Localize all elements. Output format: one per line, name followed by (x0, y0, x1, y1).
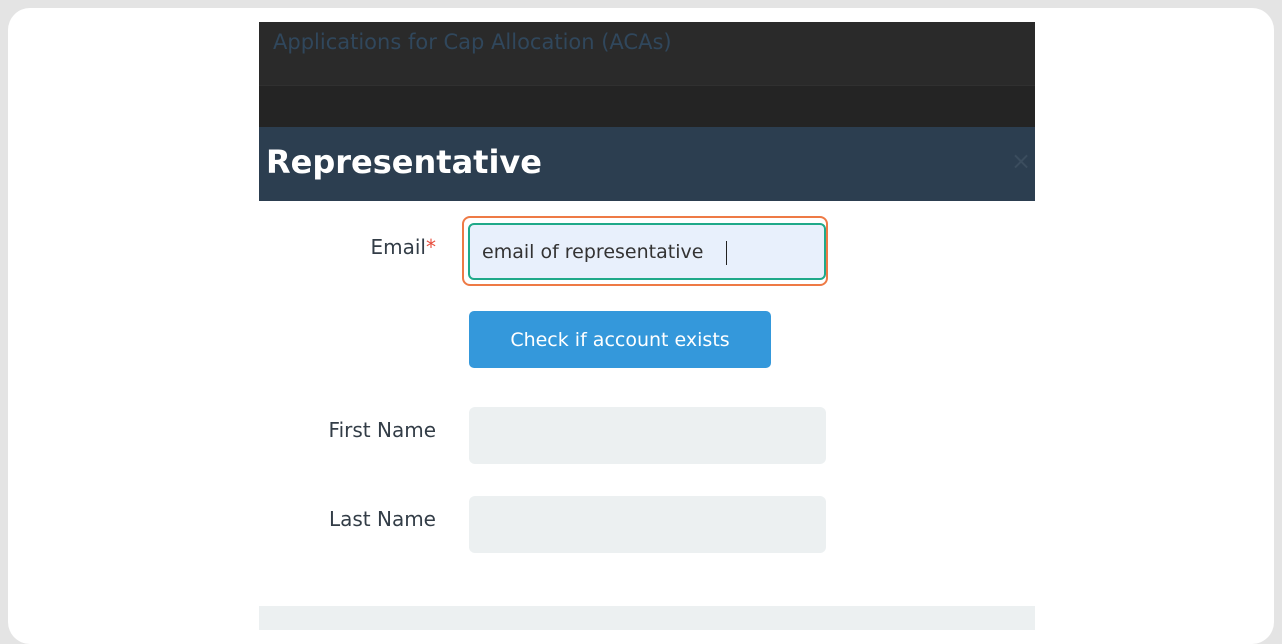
text-caret (726, 241, 727, 265)
first-name-input[interactable] (469, 407, 826, 464)
backdrop-band (259, 85, 1035, 128)
page-backdrop: Applications for Cap Allocation (ACAs) (259, 22, 1035, 128)
last-name-label: Last Name (328, 507, 436, 531)
last-name-input[interactable] (469, 496, 826, 553)
close-icon[interactable]: × (1011, 149, 1031, 173)
modal-footer (259, 606, 1035, 630)
browser-viewport: Applications for Cap Allocation (ACAs) R… (259, 22, 1035, 630)
modal-body: Email* Check if account exists First Nam… (259, 201, 1035, 606)
modal-header: Representative × (259, 127, 1035, 201)
email-input[interactable] (468, 223, 826, 280)
email-label: Email* (259, 235, 437, 259)
modal-title: Representative (266, 143, 542, 181)
first-name-label: First Name (328, 418, 436, 442)
check-account-button[interactable]: Check if account exists (469, 311, 771, 368)
page-title: Applications for Cap Allocation (ACAs) (273, 30, 672, 54)
required-marker: * (426, 235, 436, 259)
email-label-text: Email (370, 235, 427, 259)
